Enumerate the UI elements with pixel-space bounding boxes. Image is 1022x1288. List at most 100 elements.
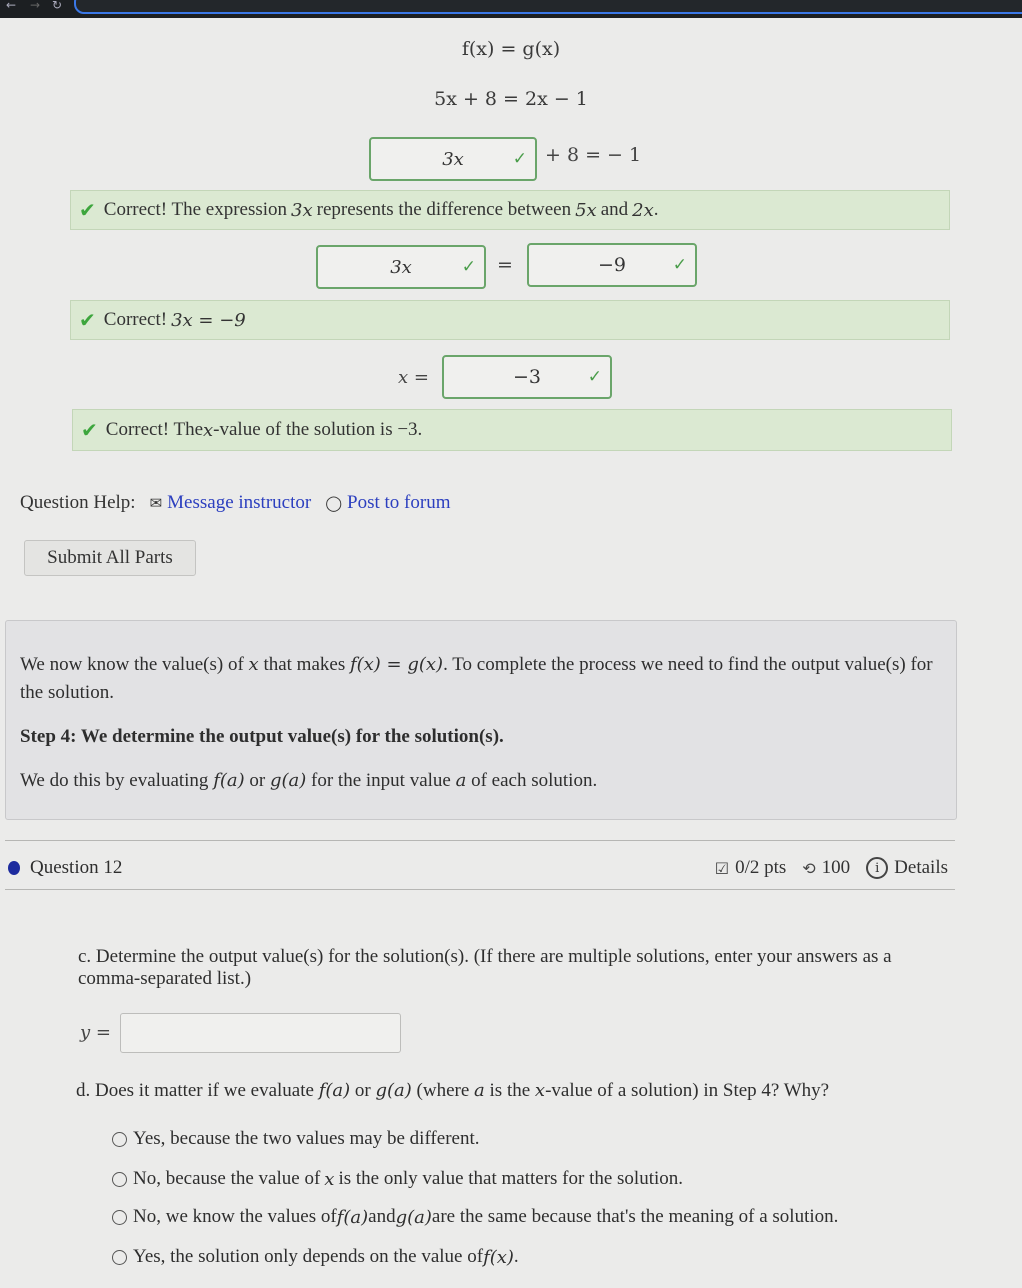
check-icon: ✔ <box>79 198 96 222</box>
question-points: 0/2 pts <box>735 857 787 878</box>
prompt-math: a <box>474 1080 485 1101</box>
question-help-label: Question Help: <box>20 492 136 513</box>
question-attempts: 100 <box>821 857 851 878</box>
info-text: that makes <box>258 654 350 675</box>
feedback-text: and <box>600 199 629 220</box>
feedback-correct-2: ✔ Correct! 3x = −9 <box>70 300 950 340</box>
step1-answer-box[interactable]: 3x ✓ <box>369 137 537 181</box>
feedback-text: -value of the solution is −3. <box>213 419 423 440</box>
divider <box>5 840 955 841</box>
feedback-math: x <box>203 419 214 441</box>
step-4-heading: Step 4: We determine the output value(s)… <box>20 726 504 747</box>
check-icon: ✓ <box>672 255 687 275</box>
prompt-math: f(a) <box>318 1080 351 1101</box>
check-icon: ✓ <box>587 367 602 387</box>
option-label: No, because the value of <box>133 1168 321 1189</box>
option-math: f(x) <box>483 1246 514 1268</box>
info-math: f(a) <box>213 770 245 791</box>
radio-button[interactable] <box>112 1131 127 1147</box>
prompt-text: d. Does it matter if we evaluate <box>76 1080 319 1101</box>
option-math: f(a) <box>336 1206 369 1228</box>
step2-left-answer-value: 3x <box>390 256 412 278</box>
reload-icon[interactable]: ↻ <box>52 0 62 11</box>
y-answer-input[interactable] <box>120 1013 401 1053</box>
option-label: . <box>513 1246 519 1267</box>
question-title: Question 12 <box>30 857 123 878</box>
feedback-math: 3x <box>291 199 313 221</box>
info-paragraph-1: We now know the value(s) of x that makes… <box>20 651 942 707</box>
prompt-text: -value of a solution) in Step 4? Why? <box>545 1080 830 1101</box>
part-d-prompt: d. Does it matter if we evaluate f(a) or… <box>76 1080 956 1102</box>
step3-label: x = <box>398 366 429 388</box>
check-icon: ✔ <box>79 308 96 332</box>
feedback-math: 2x <box>632 199 654 221</box>
feedback-text: Correct! The <box>105 419 204 440</box>
option-label: Yes, the solution only depends on the va… <box>133 1246 484 1267</box>
arrow-left-icon[interactable]: ← <box>6 0 16 11</box>
check-icon: ✓ <box>461 257 476 277</box>
info-math: f(x) = g(x) <box>349 654 444 675</box>
option-label: No, we know the values of <box>133 1206 337 1227</box>
option-math: x <box>324 1168 335 1190</box>
feedback-text: Correct! <box>103 309 168 330</box>
post-to-forum-link[interactable]: ◯ Post to forum <box>325 492 450 514</box>
prompt-text: or <box>350 1080 376 1101</box>
option-label: is the only value that matters for the s… <box>338 1168 684 1189</box>
option-label: are the same because that's the meaning … <box>431 1206 839 1227</box>
check-icon: ✔ <box>81 418 98 442</box>
step2-left-answer-box[interactable]: 3x ✓ <box>316 245 486 289</box>
option-no-values-same[interactable]: No, we know the values of f(a) and g(a) … <box>112 1206 838 1228</box>
details-link[interactable]: Details <box>894 857 948 879</box>
part-c-prompt: c. Determine the output value(s) for the… <box>78 946 892 989</box>
checkbox-icon: ☑ <box>714 858 730 878</box>
step3-answer-box[interactable]: −3 ✓ <box>442 355 612 399</box>
arrow-right-icon[interactable]: → <box>30 0 40 11</box>
feedback-math: 5x <box>575 199 597 221</box>
option-yes-values-differ[interactable]: Yes, because the two values may be diffe… <box>112 1128 479 1150</box>
submit-all-parts-button[interactable]: Submit All Parts <box>24 540 196 576</box>
info-math: a <box>455 770 467 791</box>
radio-button[interactable] <box>112 1209 127 1225</box>
step-info-panel: We now know the value(s) of x that makes… <box>5 620 957 820</box>
step2-right-answer-box[interactable]: −9 ✓ <box>527 243 697 287</box>
step1-suffix: + 8 = − 1 <box>545 144 642 166</box>
option-label: Yes, because the two values may be diffe… <box>133 1128 480 1149</box>
info-paragraph-3: We do this by evaluating f(a) or g(a) fo… <box>20 767 942 795</box>
feedback-text: Correct! The expression <box>103 199 288 220</box>
y-equals-label: y = <box>80 1022 111 1043</box>
equation-f-equals-g: f(x) = g(x) <box>461 38 561 60</box>
prompt-math: x <box>534 1080 546 1101</box>
step1-answer-value: 3x <box>442 148 464 170</box>
option-yes-depends-on-f[interactable]: Yes, the solution only depends on the va… <box>112 1246 519 1268</box>
browser-toolbar: ← → ↻ <box>0 0 1022 18</box>
address-bar[interactable] <box>74 0 1022 14</box>
info-math: g(a) <box>269 770 307 791</box>
post-to-forum-label: Post to forum <box>347 492 451 513</box>
message-instructor-link[interactable]: ✉ Message instructor <box>150 492 312 514</box>
speech-bubble-icon: ◯ <box>325 494 343 512</box>
retry-icon: ⟲ <box>802 858 816 878</box>
question-header: Question 12 ☑ 0/2 pts ⟲ 100 i Details <box>8 853 948 883</box>
step2-right-answer-value: −9 <box>597 254 626 276</box>
radio-button[interactable] <box>112 1249 127 1265</box>
prompt-text: is the <box>484 1080 535 1101</box>
option-no-x-only-matters[interactable]: No, because the value of x is the only v… <box>112 1168 683 1190</box>
info-text: We do this by evaluating <box>20 770 214 791</box>
option-label: and <box>368 1206 396 1227</box>
check-icon: ✓ <box>512 149 527 169</box>
option-math: g(a) <box>395 1206 432 1228</box>
info-icon[interactable]: i <box>866 857 889 879</box>
envelope-icon: ✉ <box>149 494 163 512</box>
radio-button[interactable] <box>112 1171 127 1187</box>
info-math: x <box>248 654 259 675</box>
info-text: for the input value <box>306 770 456 791</box>
prompt-text: (where <box>411 1080 475 1101</box>
info-text: We now know the value(s) of <box>20 654 249 675</box>
equals-sign: = <box>497 254 513 276</box>
divider <box>5 889 955 890</box>
question-meta: ☑ 0/2 pts ⟲ 100 i Details <box>715 857 948 879</box>
info-text: of each solution. <box>466 770 598 791</box>
feedback-text: . <box>653 199 659 220</box>
info-text: or <box>244 770 270 791</box>
feedback-correct-3: ✔ Correct! The x -value of the solution i… <box>72 409 952 451</box>
